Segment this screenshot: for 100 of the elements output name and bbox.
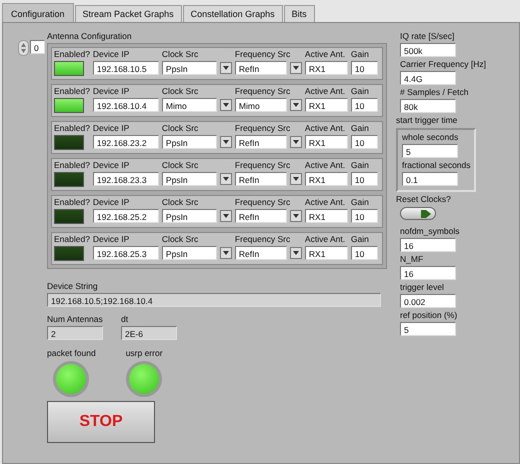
antenna-field[interactable]: RX1 [304,135,348,149]
column-label: Gain [350,234,370,245]
tab[interactable]: Stream Packet Graphs [74,5,182,22]
column-label: Frequency Src [234,49,292,60]
toggle-switch[interactable] [400,207,436,220]
column-label: Gain [350,49,370,60]
field-label: dt [121,314,130,325]
column-label: Active Ant. [304,123,346,134]
input-field[interactable]: 5 [400,322,456,336]
field-label: IQ rate [S/sec] [400,31,456,42]
column-label: Device IP [92,160,130,171]
indicator-label: packet found [47,348,96,359]
input-field[interactable]: 16 [400,238,456,252]
dt-field[interactable]: 2E-6 [121,326,177,340]
field-label: ref position (%) [400,310,458,321]
ip-field[interactable]: 192.168.25.2 [92,209,159,223]
num-antennas-field[interactable]: 2 [47,326,103,340]
field-label: nofdm_symbols [400,226,461,237]
column-label: Active Ant. [304,49,346,60]
column-label: Frequency Src [234,234,292,245]
ip-field[interactable]: 192.168.23.3 [92,172,159,186]
enabled-button[interactable] [54,98,84,113]
field-label: trigger level [400,282,445,293]
dropdown-field[interactable]: RefIn [234,61,287,75]
arrow-icon [420,208,432,218]
column-label: Enabled? [54,49,90,60]
column-label: Frequency Src [234,123,292,134]
dropdown-field[interactable]: PpsIn [162,209,217,223]
antenna-field[interactable]: RX1 [304,209,348,223]
antenna-field[interactable]: RX1 [304,172,348,186]
ip-field[interactable]: 192.168.23.2 [92,135,159,149]
column-label: Enabled? [54,160,90,171]
input-field[interactable]: 500k [400,43,456,57]
field-label: Device String [47,281,99,292]
input-field[interactable]: 0.1 [402,172,458,186]
field-label: fractional seconds [402,160,470,171]
dropdown-field[interactable]: PpsIn [162,246,217,260]
dropdown-field[interactable]: RefIn [234,209,287,223]
dropdown-field[interactable]: RefIn [234,135,287,149]
device-string-field[interactable]: 192.168.10.5;192.168.10.4 [47,293,381,307]
antenna-field[interactable]: RX1 [304,246,348,260]
column-label: Clock Src [162,86,200,97]
antenna-field[interactable]: RX1 [304,98,348,112]
array-label: Antenna Configuration [47,31,133,42]
field-label: whole seconds [402,132,460,143]
field-label: Num Antennas [47,314,103,325]
column-label: Frequency Src [234,86,292,97]
dropdown-field[interactable]: RefIn [234,172,287,186]
indicator-label: usrp error [126,348,163,359]
dropdown-field[interactable]: Mimo [162,98,217,112]
ip-field[interactable]: 192.168.10.5 [92,61,159,75]
column-label: Gain [350,86,370,97]
column-label: Clock Src [162,234,200,245]
cluster-label: start trigger time [396,115,458,126]
column-label: Clock Src [162,160,200,171]
dropdown-field[interactable]: PpsIn [162,172,217,186]
column-label: Frequency Src [234,160,292,171]
column-label: Active Ant. [304,86,346,97]
enabled-button[interactable] [54,61,84,76]
column-label: Active Ant. [304,197,346,208]
gain-field[interactable]: 10 [350,172,378,186]
index-field[interactable]: 0 [30,40,45,54]
column-label: Gain [350,160,370,171]
column-label: Active Ant. [304,160,346,171]
dropdown-field[interactable]: Mimo [234,98,287,112]
ip-field[interactable]: 192.168.10.4 [92,98,159,112]
column-label: Device IP [92,197,130,208]
ip-field[interactable]: 192.168.25.3 [92,246,159,260]
field-label: N_MF [400,254,424,265]
column-label: Gain [350,123,370,134]
gain-field[interactable]: 10 [350,209,378,223]
column-label: Clock Src [162,49,200,60]
column-label: Frequency Src [234,197,292,208]
input-field[interactable]: 80k [400,99,456,113]
gain-field[interactable]: 10 [350,135,378,149]
column-label: Clock Src [162,197,200,208]
gain-field[interactable]: 10 [350,98,378,112]
field-label: Reset Clocks? [396,194,452,205]
dropdown-field[interactable]: PpsIn [162,61,217,75]
gain-field[interactable]: 10 [350,246,378,260]
dropdown-field[interactable]: PpsIn [162,135,217,149]
input-field[interactable]: 16 [400,266,456,280]
tab[interactable]: Bits [284,5,315,22]
input-field[interactable]: 0.002 [400,294,456,308]
field-label: Carrier Frequency [Hz] [400,59,487,70]
column-label: Gain [350,197,370,208]
input-field[interactable]: 4.4G [400,71,456,85]
column-label: Device IP [92,49,130,60]
antenna-field[interactable]: RX1 [304,61,348,75]
column-label: Device IP [92,234,130,245]
tab[interactable]: Configuration [2,3,74,22]
column-label: Enabled? [54,234,90,245]
input-field[interactable]: 5 [402,144,458,158]
column-label: Enabled? [54,123,90,134]
column-label: Active Ant. [304,234,346,245]
dropdown-field[interactable]: RefIn [234,246,287,260]
gain-field[interactable]: 10 [350,61,378,75]
tab[interactable]: Constellation Graphs [182,5,283,22]
column-label: Enabled? [54,86,90,97]
spinner-icon[interactable] [18,40,29,56]
